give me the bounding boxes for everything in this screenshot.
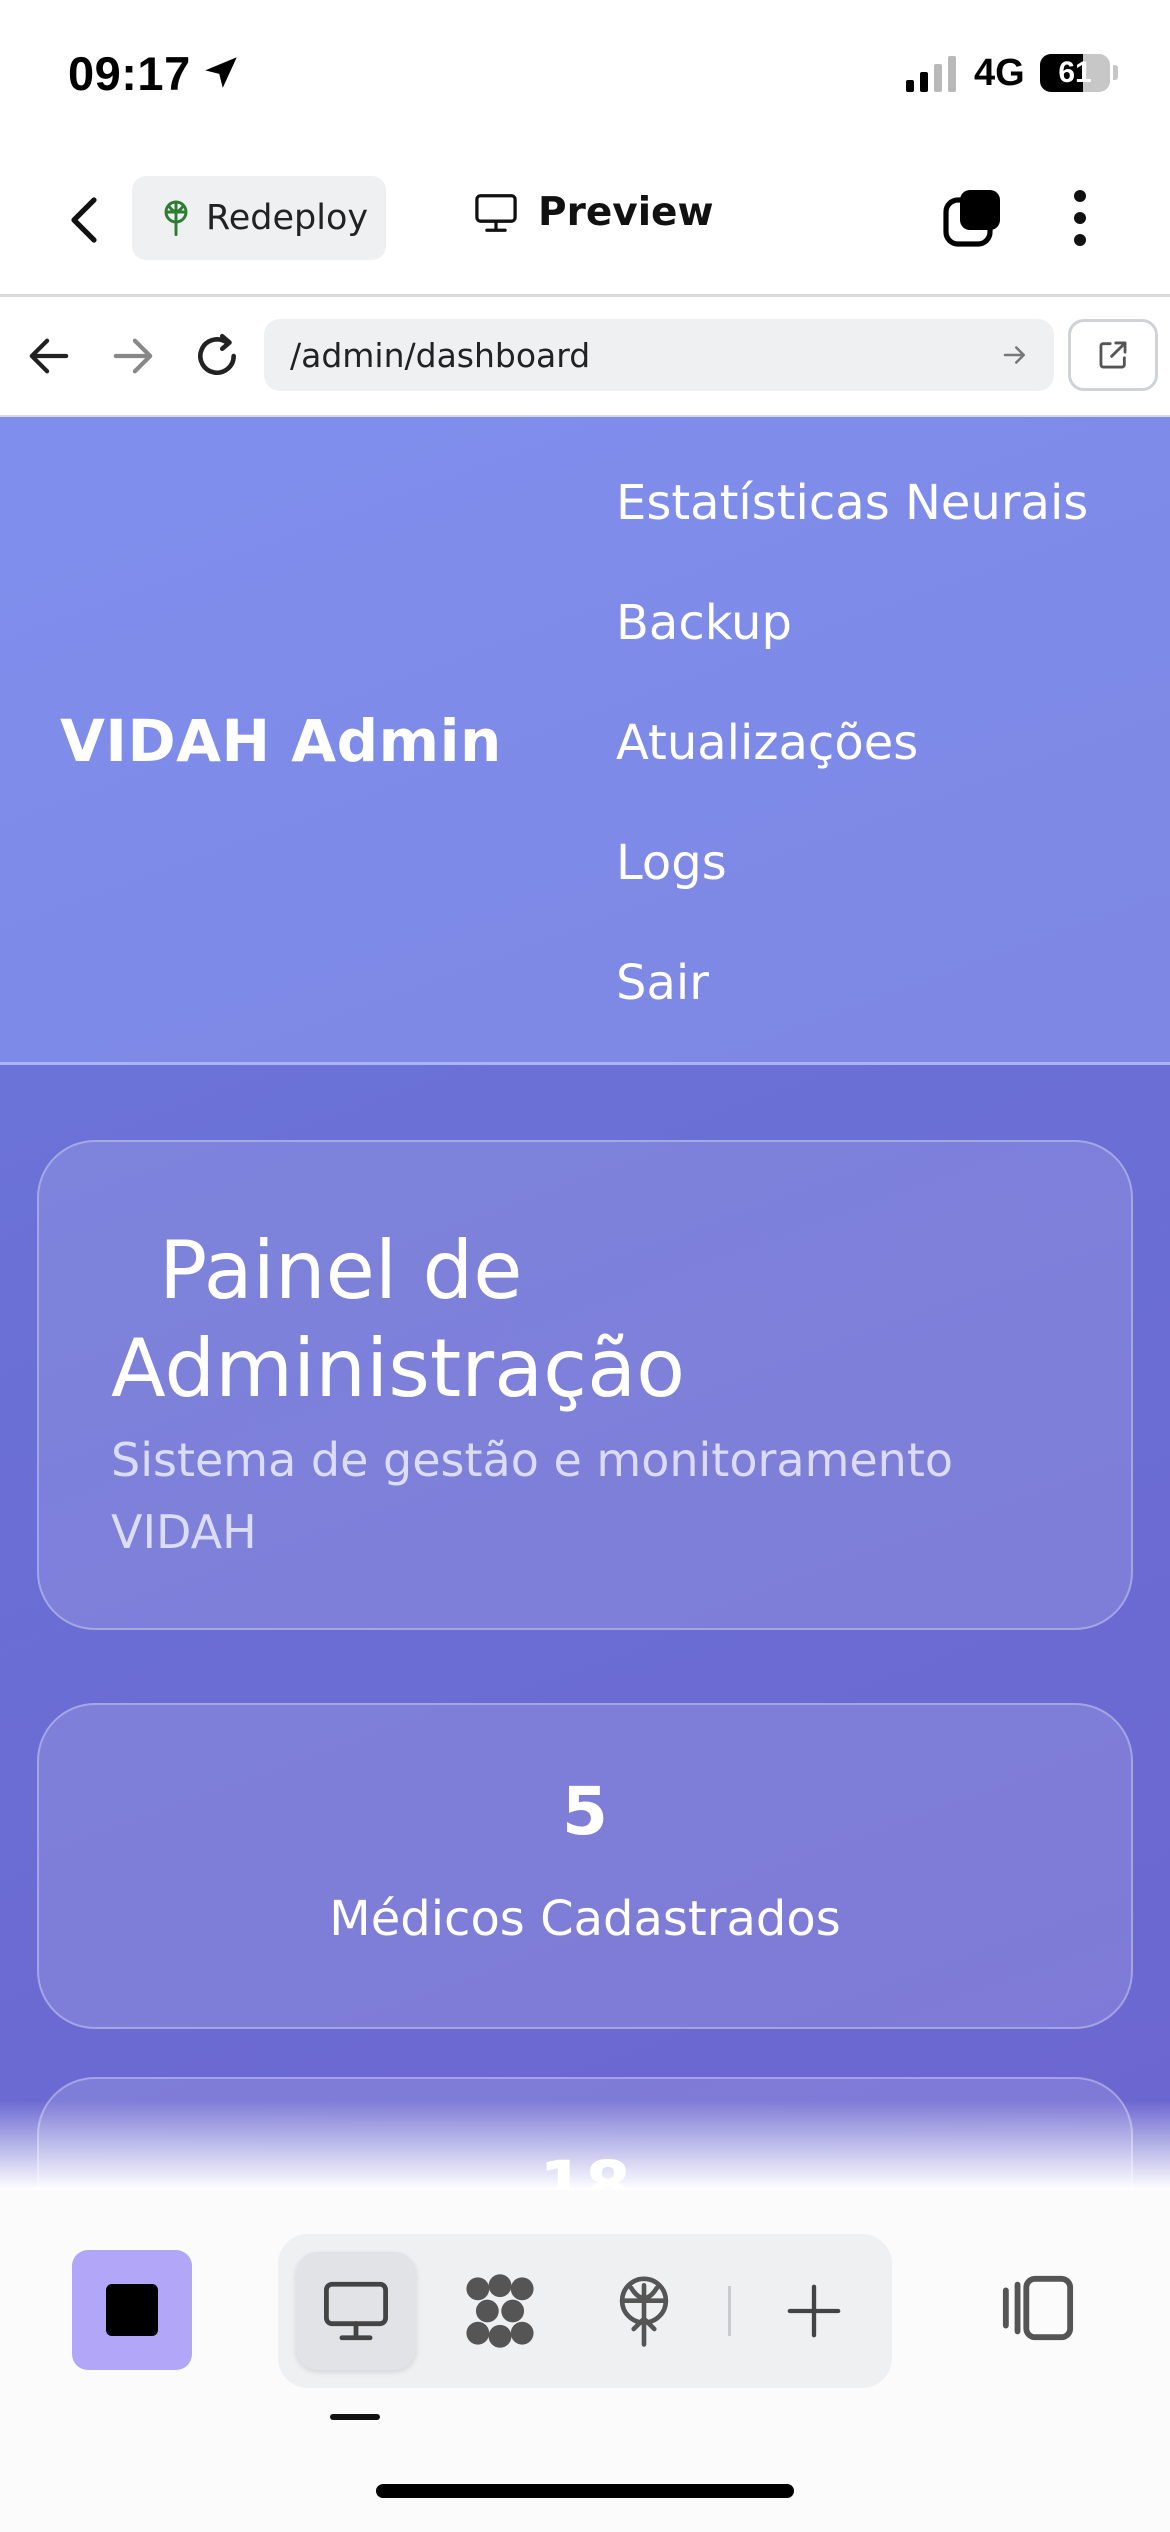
go-arrow-icon[interactable] — [1000, 340, 1030, 370]
deploy-tool-button[interactable] — [584, 2252, 704, 2370]
monitor-icon — [324, 2281, 388, 2341]
status-time: 09:17 — [68, 47, 191, 100]
more-vertical-icon[interactable] — [1066, 188, 1094, 248]
deploy-tree-icon — [164, 200, 188, 236]
deploy-icon — [619, 2276, 669, 2347]
preview-tab[interactable]: Preview — [474, 190, 714, 235]
stat-label: Médicos Cadastrados — [329, 1891, 841, 1947]
battery-icon: 61 — [1040, 54, 1110, 92]
tool-separator — [728, 2286, 731, 2336]
site-brand[interactable]: VIDAH Admin — [60, 707, 502, 775]
monitor-icon — [475, 193, 517, 232]
page-title: Painel de Administração — [111, 1222, 1071, 1418]
tabs-icon[interactable] — [942, 188, 1002, 248]
split-panel-icon[interactable] — [1000, 2270, 1076, 2346]
stop-button[interactable] — [72, 2250, 192, 2370]
tool-group — [278, 2234, 892, 2388]
scroll-fade — [0, 2100, 1170, 2190]
open-external-button[interactable] — [1068, 319, 1158, 391]
preview-label: Preview — [538, 190, 714, 235]
location-arrow-icon — [205, 57, 237, 88]
nav-link-backup[interactable]: Backup — [616, 593, 1088, 713]
nav-link-updates[interactable]: Atualizações — [616, 713, 1088, 833]
redeploy-label: Redeploy — [206, 198, 369, 238]
plus-icon — [787, 2284, 841, 2338]
battery-tip — [1113, 65, 1118, 80]
browser-url-row: /admin/dashboard — [0, 297, 1170, 415]
url-field[interactable]: /admin/dashboard — [264, 319, 1054, 391]
battery-level: 61 — [1058, 56, 1092, 89]
redeploy-button[interactable]: Redeploy — [132, 176, 386, 260]
url-text: /admin/dashboard — [290, 335, 591, 375]
arrow-left-icon[interactable] — [26, 335, 72, 377]
webview: VIDAH Admin Estatísticas Neurais Backup … — [0, 417, 1170, 2190]
home-indicator — [376, 2484, 794, 2498]
site-header: VIDAH Admin Estatísticas Neurais Backup … — [0, 417, 1170, 1065]
stop-icon — [106, 2284, 158, 2336]
apps-tool-button[interactable] — [440, 2252, 560, 2370]
page-title-text: Painel de Administração — [111, 1224, 686, 1415]
active-tool-indicator — [330, 2414, 380, 2420]
page-subtitle: Sistema de gestão e monitoramento VIDAH — [111, 1433, 954, 1559]
hero-card: Painel de Administração Sistema de gestã… — [37, 1140, 1133, 1630]
stat-value: 5 — [562, 1773, 608, 1850]
bottom-toolbar — [0, 2190, 1170, 2532]
network-type: 4G — [974, 52, 1025, 94]
app-bar: Redeploy Preview — [0, 150, 1170, 294]
nav-link-logout[interactable]: Sair — [616, 953, 1088, 1073]
apps-grid-icon — [466, 2274, 534, 2348]
nav-link-neural-stats[interactable]: Estatísticas Neurais — [616, 473, 1088, 593]
status-bar: 09:17 4G 61 — [0, 0, 1170, 150]
site-nav: Estatísticas Neurais Backup Atualizações… — [616, 473, 1088, 1073]
preview-tool-button[interactable] — [296, 2252, 416, 2370]
stat-card-doctors: 5 Médicos Cadastrados — [37, 1703, 1133, 2029]
cellular-signal-icon — [906, 56, 956, 92]
reload-icon[interactable] — [192, 331, 242, 381]
external-link-icon — [1099, 341, 1127, 369]
nav-link-logs[interactable]: Logs — [616, 833, 1088, 953]
arrow-right-icon[interactable] — [110, 335, 156, 377]
chevron-left-icon[interactable] — [62, 192, 110, 248]
add-tool-button[interactable] — [754, 2252, 874, 2370]
